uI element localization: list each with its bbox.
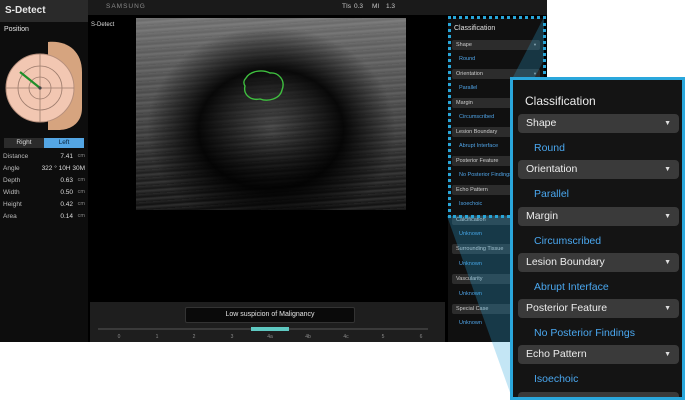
classification-panel-zoom: Classification Shape ▼ Round Orientation ▼… (510, 77, 685, 400)
lesion-boundary-dropdown[interactable]: Lesion Boundary▼ (518, 253, 679, 272)
chevron-down-icon: ▼ (664, 120, 671, 127)
margin-dropdown[interactable]: Margin▼ (518, 207, 679, 226)
echo-pattern-value: Isoechoic (534, 373, 579, 385)
orientation-dropdown[interactable]: Orientation ▼ (518, 160, 679, 179)
classification-title: Classification (525, 94, 596, 108)
orientation-value: Parallel (534, 188, 570, 200)
chevron-down-icon: ▼ (664, 351, 671, 358)
chevron-down-icon: ▼ (664, 305, 671, 312)
next-dropdown-partial[interactable] (518, 392, 679, 397)
chevron-down-icon: ▼ (664, 259, 671, 266)
margin-value: Circumscribed (534, 235, 602, 247)
lesion-boundary-value: Abrupt Interface (534, 281, 609, 293)
shape-value: Round (534, 142, 565, 154)
shape-dropdown[interactable]: Shape ▼ (518, 114, 679, 133)
echo-pattern-dropdown[interactable]: Echo Pattern▼ (518, 345, 679, 364)
chevron-down-icon: ▼ (664, 213, 671, 220)
posterior-feature-value: No Posterior Findings (534, 327, 635, 339)
chevron-down-icon: ▼ (664, 166, 671, 173)
posterior-feature-dropdown[interactable]: Posterior Feature▼ (518, 299, 679, 318)
